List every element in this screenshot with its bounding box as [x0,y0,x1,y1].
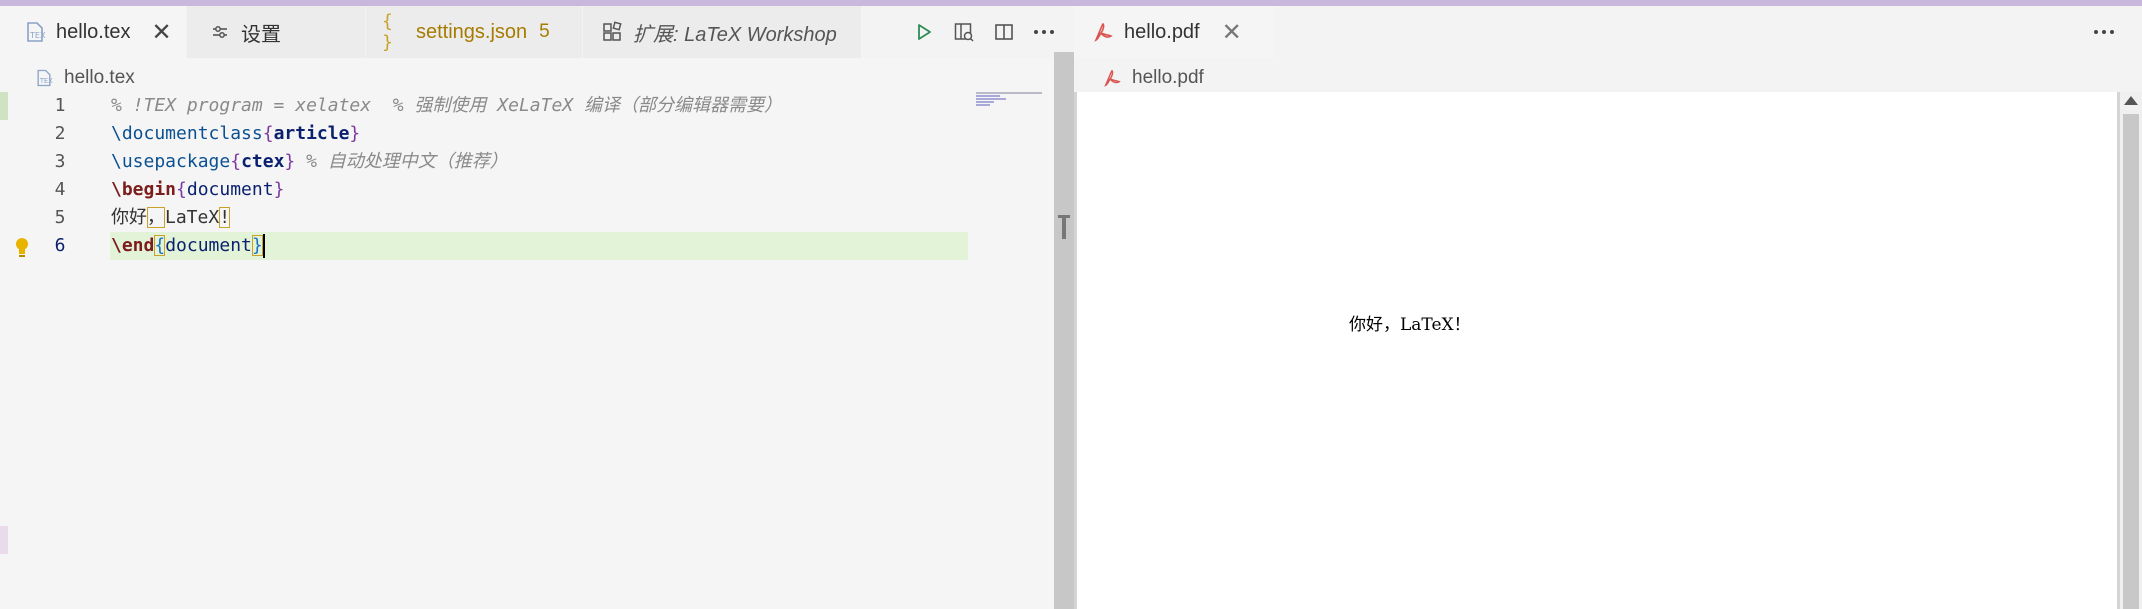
tab-settings-json[interactable]: { } settings.json 5 [366,6,582,58]
line-number: 4 [54,179,66,200]
breadcrumb[interactable]: hello.pdf [1102,64,1204,92]
brace: } [284,151,296,172]
sash-divider[interactable] [1054,52,1074,609]
brace: { [262,123,274,144]
pdf-scrollbar[interactable] [2120,92,2142,609]
line-number: 1 [54,95,66,116]
tab-hello-tex[interactable]: TEX hello.tex ✕ [0,6,186,58]
scroll-thumb[interactable] [2123,114,2139,609]
tab-settings[interactable]: 设置 [187,6,365,58]
editor-tab-bar: TEX hello.tex ✕ 设置 { } settings.json 5 扩… [0,6,1056,58]
pdf-icon [1102,68,1122,88]
close-icon[interactable]: ✕ [1222,18,1242,47]
breadcrumb-file: hello.tex [64,67,135,88]
more-icon [1034,30,1054,34]
line-number: 2 [54,123,66,144]
argument: document [186,179,274,200]
comment: % 自动处理中文（推荐） [295,151,508,172]
run-icon [918,24,931,40]
tex-file-icon: TEX [34,68,54,88]
brace: { [176,179,187,200]
tab-label: hello.pdf [1124,20,1200,43]
tab-label: settings.json [416,20,528,43]
scroll-position-marker [1058,215,1070,239]
text-cursor [262,234,265,258]
pdf-page: 你好，LaTeX！ [1077,92,2117,609]
code-line: 5 你好，LaTeX! [0,204,990,232]
code-line: 4 \begin{document} [0,176,990,204]
line-number: 5 [54,207,66,228]
argument: ctex [241,151,285,172]
brace: } [273,179,285,200]
settings-sliders-icon [207,19,233,45]
argument: document [165,235,252,256]
code-line-current: 6 \end{document} [0,232,990,260]
pdf-viewer[interactable]: 你好，LaTeX！ [1074,92,2142,609]
scroll-up-arrow-icon[interactable] [2124,96,2138,105]
brace: } [251,235,263,256]
pdf-content-text: 你好，LaTeX！ [1349,315,1471,335]
problem-count-badge: 5 [539,21,550,42]
line-number: 6 [54,235,66,256]
tab-label: 扩展: LaTeX Workshop [633,23,837,46]
git-marker [0,526,8,554]
code-line: 3 \usepackage{ctex} % 自动处理中文（推荐） [0,148,990,176]
command: \documentclass [111,123,263,144]
json-braces-icon: { } [382,11,393,53]
lightbulb-icon[interactable] [13,236,31,258]
breadcrumb-file: hello.pdf [1132,67,1204,88]
command: \begin [111,179,177,200]
more-actions-button[interactable] [1024,12,1064,52]
code-line: 2 \documentclass{article} [0,120,990,148]
breadcrumb[interactable]: TEX hello.tex [34,64,135,92]
run-button[interactable] [904,12,944,52]
extension-icon [599,19,625,45]
svg-text:TEX: TEX [29,31,46,40]
brace: { [230,151,242,172]
brace: { [154,235,166,256]
command: \end [111,235,155,256]
minimap[interactable] [976,92,1042,108]
svg-text:TEX: TEX [39,77,53,85]
body-text: LaTeX [165,207,220,228]
preview-button[interactable] [944,12,984,52]
preview-icon [954,23,974,42]
more-icon [2094,30,2114,34]
line-number: 3 [54,151,66,172]
argument: article [273,123,350,144]
exclamation-highlight: ! [219,207,231,228]
pdf-icon [1092,21,1114,43]
split-editor-button[interactable] [984,12,1024,52]
tab-label: 设置 [241,23,281,46]
body-text: 你好 [111,207,147,228]
code-line: 1 % !TEX program = xelatex % 强制使用 XeLaTe… [0,92,990,120]
more-actions-button[interactable] [2084,12,2124,52]
tex-file-icon: TEX [22,19,48,45]
split-editor-icon [995,24,1013,40]
brace: } [349,123,361,144]
editor-group-left: TEX hello.tex ✕ 设置 { } settings.json 5 扩… [0,6,1056,609]
editor-group-right: hello.pdf ✕ hello.pdf 你好，LaTeX！ [1074,6,2142,609]
close-icon[interactable]: ✕ [149,18,175,47]
command: \usepackage [111,151,231,172]
tab-extension-latex-workshop[interactable]: 扩展: LaTeX Workshop [583,6,861,58]
tab-label: hello.tex [56,20,131,43]
comment: % !TEX program = xelatex % 强制使用 XeLaTeX … [111,95,782,116]
fullwidth-comma-highlight: ， [147,207,165,228]
tab-hello-pdf[interactable]: hello.pdf ✕ [1074,6,1274,58]
